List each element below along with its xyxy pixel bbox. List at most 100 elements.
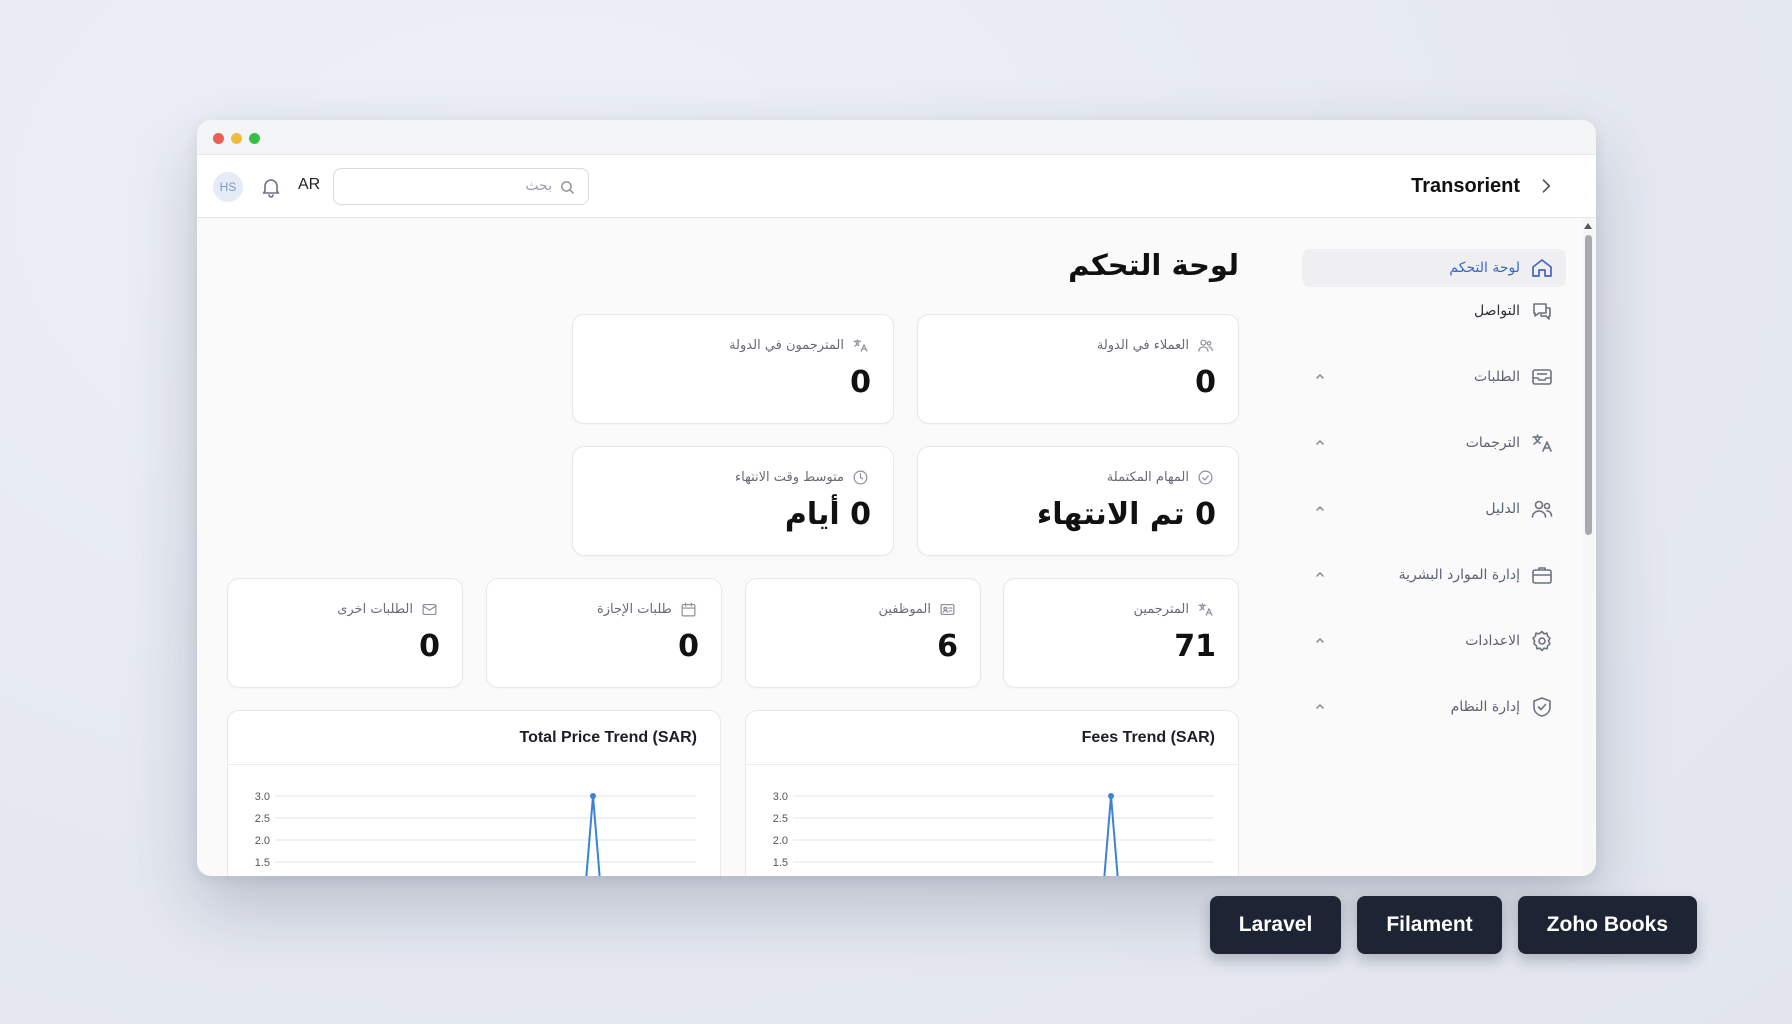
- stat-label: العملاء في الدولة: [1096, 338, 1189, 353]
- page-title: لوحة التحكم: [1068, 248, 1239, 282]
- tag-laravel: Laravel: [1209, 896, 1342, 954]
- stat-card-employees[interactable]: الموظفين 6: [745, 578, 981, 688]
- sidebar-item-label: التواصل: [1474, 303, 1520, 319]
- home-icon: [1532, 259, 1552, 277]
- stat-value: 0 تم الانتهاء: [1036, 497, 1216, 532]
- sidebar-item-label: الطلبات: [1474, 369, 1520, 385]
- stat-label: الموظفين: [878, 602, 931, 617]
- chevron-up-icon[interactable]: [1314, 568, 1326, 580]
- chart-card-fees: Fees Trend (SAR) 3.0 2.5 2.0 1.5: [745, 710, 1239, 876]
- y-tick-label: 2.0: [255, 835, 270, 847]
- page-scrollbar[interactable]: [1582, 218, 1594, 876]
- sidebar-item-hr-management[interactable]: إدارة الموارد البشرية: [1302, 556, 1566, 594]
- scrollbar-thumb[interactable]: [1585, 235, 1592, 535]
- sidebar-item-communication[interactable]: التواصل: [1302, 292, 1566, 330]
- translate-icon: [1198, 603, 1213, 616]
- id-card-icon: [940, 603, 955, 616]
- sidebar-item-translations[interactable]: الترجمات: [1302, 424, 1566, 462]
- chevron-right-icon[interactable]: [1536, 176, 1556, 196]
- y-tick-label: 2.5: [255, 813, 270, 825]
- stat-card-translators[interactable]: المترجمين 71: [1003, 578, 1239, 688]
- stat-value: 71: [1174, 629, 1216, 664]
- calendar-icon: [681, 602, 696, 617]
- sidebar-item-label: الاعدادات: [1465, 633, 1520, 649]
- y-tick-label: 1.5: [255, 857, 270, 869]
- data-point[interactable]: [1108, 793, 1114, 799]
- chevron-up-icon[interactable]: [1314, 700, 1326, 712]
- maximize-window-button[interactable]: [249, 133, 260, 144]
- users-icon: [1531, 500, 1553, 518]
- y-tick-label: 3.0: [255, 791, 270, 803]
- brand-name[interactable]: Transorient: [1411, 175, 1520, 198]
- series-line: [1103, 795, 1119, 876]
- data-point[interactable]: [590, 793, 596, 799]
- stat-value: 0: [419, 629, 440, 664]
- search-icon: [561, 181, 574, 194]
- tag-zoho-books: Zoho Books: [1517, 896, 1697, 954]
- sidebar-item-label: الترجمات: [1465, 435, 1520, 451]
- close-window-button[interactable]: [213, 133, 224, 144]
- window-titlebar: [197, 120, 1596, 155]
- minimize-window-button[interactable]: [231, 133, 242, 144]
- language-switcher[interactable]: AR: [298, 176, 320, 194]
- stat-card-translators-country[interactable]: المترجمون في الدولة 0: [572, 314, 894, 424]
- translate-icon: [853, 339, 868, 352]
- users-icon: [1198, 339, 1213, 352]
- inbox-icon: [1532, 369, 1552, 385]
- chart-title: Total Price Trend (SAR): [519, 729, 697, 746]
- chart-card-total-price: Total Price Trend (SAR) 3.0 2.5 2.0 1.5: [227, 710, 721, 876]
- stat-card-completed-tasks[interactable]: المهام المكتملة 0 تم الانتهاء: [917, 446, 1239, 556]
- sidebar-item-label: الدليل: [1485, 501, 1520, 517]
- stat-card-other-requests[interactable]: الطلبات اخرى 0: [227, 578, 463, 688]
- chart-title: Fees Trend (SAR): [1081, 729, 1215, 746]
- mail-icon: [422, 603, 437, 616]
- stat-label: المهام المكتملة: [1106, 470, 1189, 485]
- search-box[interactable]: [333, 168, 589, 205]
- search-input[interactable]: [342, 178, 552, 194]
- tag-filament: Filament: [1357, 896, 1502, 954]
- stat-value: 6: [937, 629, 958, 664]
- y-tick-label: 2.0: [773, 835, 788, 847]
- stat-card-leave-requests[interactable]: طلبات الإجازة 0: [486, 578, 722, 688]
- chevron-up-icon[interactable]: [1314, 370, 1326, 382]
- y-tick-label: 2.5: [773, 813, 788, 825]
- stat-value: 0 أيام: [784, 497, 871, 532]
- scroll-up-arrow-icon[interactable]: [1584, 223, 1592, 229]
- shield-icon: [1533, 697, 1551, 717]
- chevron-up-icon[interactable]: [1314, 634, 1326, 646]
- stat-label: الطلبات اخرى: [337, 602, 413, 617]
- stat-value: 0: [850, 365, 871, 400]
- sidebar-item-label: لوحة التحكم: [1449, 260, 1520, 276]
- chevron-up-icon[interactable]: [1314, 436, 1326, 448]
- check-circle-icon: [1198, 470, 1213, 485]
- browser-window: HS AR Transorient لوحة التحكم التواصل ال…: [197, 120, 1596, 876]
- sidebar-item-label: إدارة النظام: [1450, 699, 1520, 715]
- notifications-bell-icon[interactable]: [259, 175, 283, 199]
- sidebar-item-system-admin[interactable]: إدارة النظام: [1302, 688, 1566, 726]
- briefcase-icon: [1532, 567, 1552, 584]
- stat-value: 0: [1195, 365, 1216, 400]
- chat-icon: [1533, 303, 1551, 320]
- y-tick-label: 1.5: [773, 857, 788, 869]
- gear-icon: [1532, 630, 1551, 652]
- series-line: [585, 795, 601, 876]
- stat-label: المترجمين: [1133, 602, 1189, 617]
- stat-card-clients[interactable]: العملاء في الدولة 0: [917, 314, 1239, 424]
- stat-label: متوسط وقت الانتهاء: [735, 470, 844, 485]
- fees-trend-chart: 3.0 2.5 2.0 1.5: [773, 791, 1214, 876]
- stat-label: المترجمون في الدولة: [729, 338, 844, 353]
- chevron-up-icon[interactable]: [1314, 502, 1326, 514]
- translate-icon: [1532, 434, 1552, 452]
- user-avatar[interactable]: HS: [213, 172, 243, 202]
- clock-icon: [853, 470, 868, 485]
- sidebar-item-dashboard[interactable]: لوحة التحكم: [1302, 249, 1566, 287]
- stat-value: 0: [678, 629, 699, 664]
- tech-tags: Laravel Filament Zoho Books: [1209, 896, 1697, 954]
- stat-card-avg-completion[interactable]: متوسط وقت الانتهاء 0 أيام: [572, 446, 894, 556]
- sidebar-item-settings[interactable]: الاعدادات: [1302, 622, 1566, 660]
- top-bar: HS AR Transorient: [197, 155, 1596, 218]
- total-price-trend-chart: 3.0 2.5 2.0 1.5: [255, 791, 696, 876]
- sidebar-item-requests[interactable]: الطلبات: [1302, 358, 1566, 396]
- y-tick-label: 3.0: [773, 791, 788, 803]
- sidebar-item-directory[interactable]: الدليل: [1302, 490, 1566, 528]
